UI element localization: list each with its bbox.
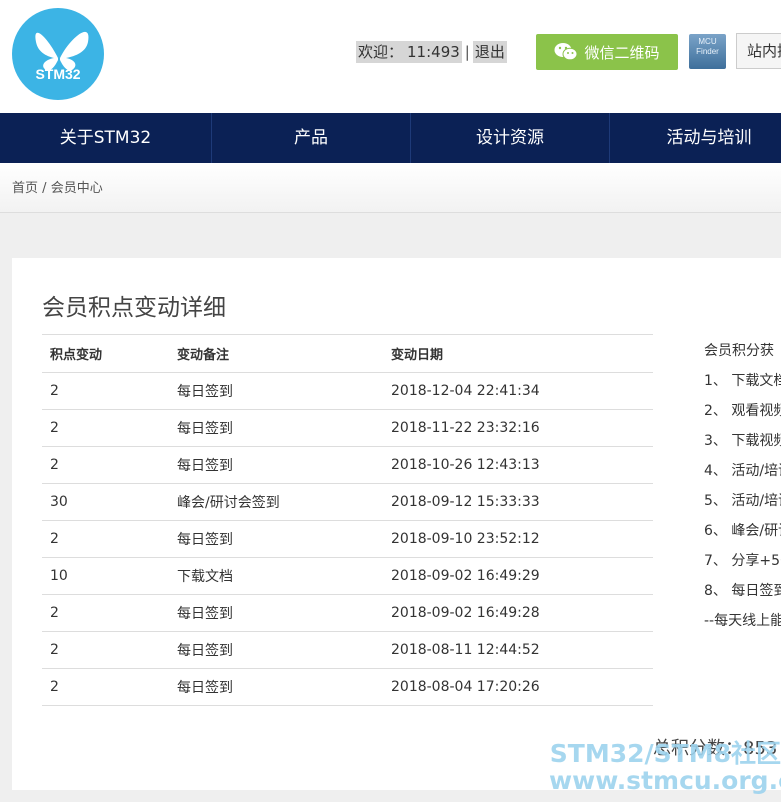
username[interactable]: 11:493 [405, 41, 462, 63]
user-divider: | [464, 43, 470, 61]
rule-item: 3、 下载视频 [704, 433, 781, 449]
cell-points: 2 [42, 372, 169, 410]
table-row: 2 每日签到 2018-08-11 12:44:52 [42, 631, 653, 669]
cell-date: 2018-11-22 23:32:16 [383, 409, 653, 447]
page-title: 会员积点变动详细 [42, 295, 226, 321]
main-nav: 关于STM32 产品 设计资源 活动与培训 [0, 113, 781, 163]
cell-note: 每日签到 [169, 409, 383, 447]
cell-points: 30 [42, 483, 169, 521]
cell-points: 2 [42, 446, 169, 484]
site-search-input[interactable]: 站内搜 [736, 33, 781, 69]
cell-note: 下载文档 [169, 557, 383, 595]
cell-note: 峰会/研讨会签到 [169, 483, 383, 521]
cell-date: 2018-10-26 12:43:13 [383, 446, 653, 484]
cell-note: 每日签到 [169, 594, 383, 632]
stm32-logo[interactable]: STM32 [12, 8, 104, 100]
cell-points: 10 [42, 557, 169, 595]
nav-item-about[interactable]: 关于STM32 [0, 113, 212, 163]
column-header-points: 积点变动 [42, 334, 169, 373]
mcu-finder-line1: MCU [698, 37, 717, 46]
table-row: 2 每日签到 2018-11-22 23:32:16 [42, 409, 653, 447]
watermark: STM32/STM8社区 www.stmcu.org.cn [549, 740, 781, 794]
points-panel: 会员积点变动详细 积点变动 变动备注 变动日期 2 每日签到 2018-12-04 … [12, 258, 781, 790]
cell-points: 2 [42, 409, 169, 447]
column-header-date: 变动日期 [383, 334, 653, 373]
butterfly-icon [35, 31, 89, 71]
rule-item: 2、 观看视频 [704, 403, 781, 419]
cell-date: 2018-09-12 15:33:33 [383, 483, 653, 521]
wechat-icon [554, 43, 578, 61]
cell-date: 2018-12-04 22:41:34 [383, 372, 653, 410]
cell-date: 2018-09-10 23:52:12 [383, 520, 653, 558]
breadcrumb: 首页 / 会员中心 [0, 163, 781, 213]
points-rules: 会员积分获 1、 下载文档 2、 观看视频 3、 下载视频 4、 活动/培训 5… [704, 340, 781, 640]
cell-points: 2 [42, 668, 169, 706]
nav-item-events[interactable]: 活动与培训 [610, 113, 781, 163]
mcu-finder-icon[interactable]: MCU Finder [689, 34, 726, 69]
table-row: 2 每日签到 2018-09-10 23:52:12 [42, 520, 653, 558]
cell-points: 2 [42, 631, 169, 669]
cell-note: 每日签到 [169, 520, 383, 558]
watermark-line2: www.stmcu.org.cn [549, 766, 781, 795]
welcome-label: 欢迎： [356, 41, 406, 63]
site-header: STM32 欢迎： 11:493 | 退出 微信二维码 MCU Finder 站… [0, 0, 781, 113]
cell-note: 每日签到 [169, 372, 383, 410]
cell-date: 2018-09-02 16:49:29 [383, 557, 653, 595]
table-row: 2 每日签到 2018-09-02 16:49:28 [42, 594, 653, 632]
cell-date: 2018-08-11 12:44:52 [383, 631, 653, 669]
rules-heading: 会员积分获 [704, 343, 774, 359]
cell-date: 2018-08-04 17:20:26 [383, 668, 653, 706]
user-bar: 欢迎： 11:493 | 退出 [356, 41, 507, 63]
rule-item: 6、 峰会/研讨 [704, 523, 781, 539]
mcu-finder-line2: Finder [696, 47, 719, 56]
cell-points: 2 [42, 594, 169, 632]
points-table: 积点变动 变动备注 变动日期 2 每日签到 2018-12-04 22:41:34 … [42, 334, 653, 706]
rule-note: --每天线上能 [704, 613, 781, 629]
logo-text: STM32 [35, 66, 81, 82]
rule-item: 7、 分享+50 [704, 553, 781, 569]
rule-item: 8、 每日签到 [704, 583, 781, 599]
table-row: 10 下载文档 2018-09-02 16:49:29 [42, 557, 653, 595]
wechat-qrcode-button[interactable]: 微信二维码 [536, 34, 678, 70]
cell-note: 每日签到 [169, 446, 383, 484]
rule-item: 5、 活动/培训 [704, 493, 781, 509]
table-header-row: 积点变动 变动备注 变动日期 [42, 334, 653, 373]
wechat-label: 微信二维码 [584, 43, 660, 62]
watermark-line1: STM32/STM8社区 [549, 739, 781, 768]
breadcrumb-separator: / [42, 181, 47, 196]
cell-date: 2018-09-02 16:49:28 [383, 594, 653, 632]
table-row: 2 每日签到 2018-12-04 22:41:34 [42, 372, 653, 410]
nav-item-products[interactable]: 产品 [212, 113, 411, 163]
nav-item-design-resources[interactable]: 设计资源 [411, 113, 610, 163]
rule-item: 1、 下载文档 [704, 373, 781, 389]
rule-item: 4、 活动/培训 [704, 463, 781, 479]
cell-note: 每日签到 [169, 631, 383, 669]
breadcrumb-current: 会员中心 [50, 181, 103, 196]
breadcrumb-home[interactable]: 首页 [12, 181, 38, 196]
logout-link[interactable]: 退出 [472, 41, 507, 63]
cell-points: 2 [42, 520, 169, 558]
table-row: 2 每日签到 2018-10-26 12:43:13 [42, 446, 653, 484]
table-row: 30 峰会/研讨会签到 2018-09-12 15:33:33 [42, 483, 653, 521]
cell-note: 每日签到 [169, 668, 383, 706]
column-header-note: 变动备注 [169, 334, 383, 373]
table-row: 2 每日签到 2018-08-04 17:20:26 [42, 668, 653, 706]
